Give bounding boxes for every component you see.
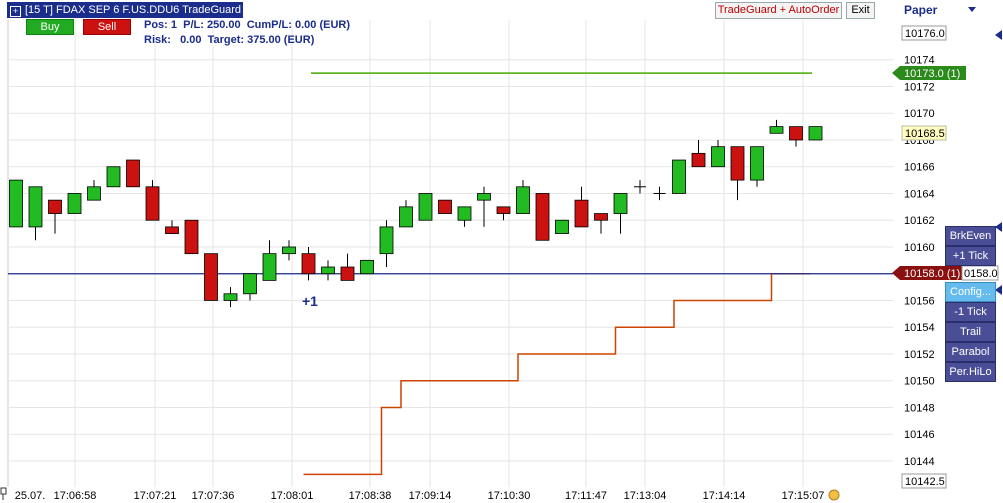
parabol-button[interactable]: Parabol <box>945 342 996 362</box>
last-price-badge: 10168.5 <box>901 125 947 141</box>
entry-badge[interactable]: 10158.0 (1) 0158.0 <box>892 265 999 281</box>
x-tick-label: 17:06:58 <box>54 490 97 502</box>
x-tick-label: 17:14:14 <box>703 490 746 502</box>
svg-text:10173.0 (1): 10173.0 (1) <box>904 68 960 80</box>
position-line-2: Risk: 0.00 Target: 375.00 (EUR) <box>144 34 315 46</box>
y-tick-label: 10144 <box>904 456 935 468</box>
svg-text:10176.0: 10176.0 <box>905 28 945 40</box>
x-tick-label: 25.07. <box>15 490 46 502</box>
account-mode-label: Paper <box>904 3 938 17</box>
candle <box>9 179 23 228</box>
svg-text:10158.0 (1): 10158.0 (1) <box>904 268 960 280</box>
candle <box>555 219 569 234</box>
exit-button[interactable]: Exit <box>846 2 875 19</box>
candlestick-chart[interactable]: 1017410172101701016810166101641016210160… <box>0 0 1003 503</box>
chart-window: 10174 10172 10170 10168 10166 10164 10162 10160… <box>0 0 1003 503</box>
y-tick-label: 10170 <box>904 108 935 120</box>
candle <box>184 219 199 255</box>
candle <box>438 199 452 214</box>
clock-icon <box>828 489 840 501</box>
maximize-icon[interactable]: + <box>10 6 21 17</box>
title-text: [15 T] FDAX SEP 6 F.US.DDU6 TradeGuard <box>25 4 242 16</box>
y-tick-label: 10148 <box>904 402 935 414</box>
target-badge[interactable]: 10173.0 (1) <box>892 66 966 80</box>
candle <box>360 259 374 275</box>
x-tick-label: 17:07:36 <box>192 490 235 502</box>
candle <box>672 159 686 194</box>
y-tick-label: 10156 <box>904 295 935 307</box>
y-tick-label: 10150 <box>904 376 935 388</box>
y-tick-label: 10164 <box>904 188 935 200</box>
y-tick-label: 10174 <box>904 55 935 67</box>
x-tick-label: 17:08:01 <box>271 490 314 502</box>
x-tick-label: 17:11:47 <box>565 490 607 502</box>
y-tick-label: 10152 <box>904 349 935 361</box>
candle <box>535 193 550 241</box>
window-title[interactable]: + [15 T] FDAX SEP 6 F.US.DDU6 TradeGuard <box>7 2 243 18</box>
candle <box>67 193 82 214</box>
y-tick-label: 10160 <box>904 242 935 254</box>
fill-marker-label: +1 <box>302 293 318 309</box>
config-button[interactable]: Config... <box>945 282 996 302</box>
x-tick-label: 17:15:07 <box>782 490 825 502</box>
perhilo-button[interactable]: Per.HiLo <box>945 362 996 382</box>
x-tick-label: 17:09:14 <box>409 490 452 502</box>
sell-button[interactable]: Sell <box>83 19 131 35</box>
price-top-badge: 10176.0 <box>901 25 947 41</box>
y-tick-label: 10172 <box>904 81 935 93</box>
candle <box>418 193 433 221</box>
y-tick-label: 10146 <box>904 429 935 441</box>
svg-text:10142.5: 10142.5 <box>905 476 945 488</box>
candle <box>808 126 823 141</box>
y-tick-label: 10162 <box>904 215 935 227</box>
svg-text:0158.0: 0158.0 <box>964 268 998 280</box>
candle <box>204 253 218 301</box>
tradeguard-autoorder-button[interactable]: TradeGuard + AutoOrder <box>715 2 842 19</box>
price-bottom-badge: 10142.5 <box>901 473 947 489</box>
buy-button[interactable]: Buy <box>26 19 74 35</box>
trail-button[interactable]: Trail <box>945 322 996 342</box>
breakeven-button[interactable]: BrkEven <box>945 226 996 246</box>
position-line-1: Pos: 1 P/L: 250.00 CumP/L: 0.00 (EUR) <box>144 19 351 31</box>
plus-one-tick-button[interactable]: +1 Tick <box>945 246 996 266</box>
y-tick-label: 10154 <box>904 322 935 334</box>
x-tick-label: 17:07:21 <box>134 490 177 502</box>
x-tick-label: 17:08:38 <box>349 490 392 502</box>
candle <box>106 166 121 188</box>
y-tick-label: 10166 <box>904 162 935 174</box>
x-tick-label: 17:10:30 <box>488 490 531 502</box>
x-tick-label: 17:13:04 <box>624 490 667 502</box>
candle <box>126 159 140 188</box>
minus-one-tick-button[interactable]: -1 Tick <box>945 302 996 322</box>
svg-text:10168.5: 10168.5 <box>905 128 945 140</box>
